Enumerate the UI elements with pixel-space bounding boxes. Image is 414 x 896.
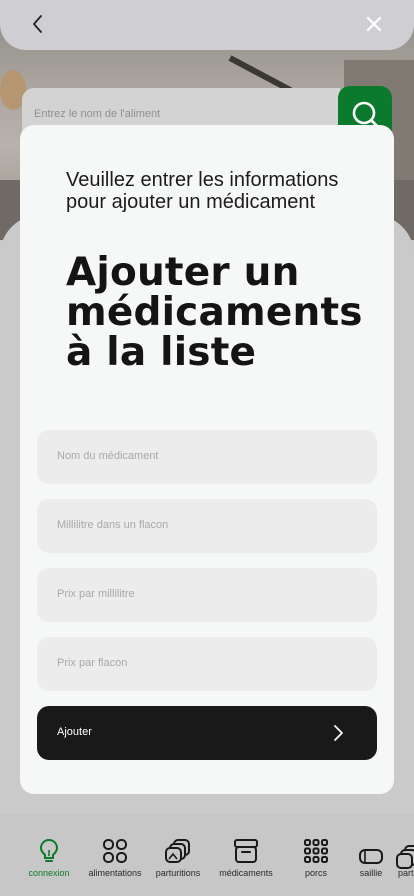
nav-item-porcs[interactable]: porcs — [285, 838, 347, 890]
field-placeholder: Nom du médicament — [57, 450, 159, 462]
field-placeholder: Millilitre dans un flacon — [57, 519, 169, 531]
capsule-icon — [359, 849, 383, 864]
nav-item-parturitions[interactable]: parturitions — [147, 838, 209, 890]
nav-label: alimentations — [88, 868, 142, 878]
header-bar — [0, 0, 414, 50]
archive-box-icon — [234, 839, 258, 863]
add-medication-modal: Veuillez entrer les informations pour aj… — [20, 125, 394, 794]
dots-grid-icon — [304, 839, 328, 863]
nav-label: part — [398, 868, 414, 878]
add-button[interactable]: Ajouter — [37, 706, 377, 760]
price-per-vial-field[interactable]: Prix par flacon — [37, 637, 377, 691]
back-button[interactable] — [26, 12, 50, 36]
close-icon — [366, 16, 382, 32]
nav-item-medicaments[interactable]: médicaments — [215, 838, 277, 890]
bottom-nav: connexion alimentations parturitions méd… — [0, 814, 414, 896]
modal-title: Ajouter un médicaments à la liste — [66, 250, 363, 375]
nav-item-alimentations[interactable]: alimentations — [84, 838, 146, 890]
close-button[interactable] — [364, 14, 384, 34]
price-per-ml-field[interactable]: Prix par millilitre — [37, 568, 377, 622]
field-placeholder: Prix par flacon — [57, 657, 128, 669]
layers-icon — [396, 845, 414, 869]
add-button-label: Ajouter — [57, 726, 92, 738]
chevron-left-icon — [33, 15, 42, 33]
medication-name-field[interactable]: Nom du médicament — [37, 430, 377, 484]
lightbulb-icon — [39, 838, 59, 862]
nav-item-connexion[interactable]: connexion — [18, 838, 80, 890]
nav-label: parturitions — [155, 868, 201, 878]
chevron-right-icon — [334, 725, 343, 741]
search-placeholder: Entrez le nom de l'aliment — [34, 108, 161, 120]
field-placeholder: Prix par millilitre — [57, 588, 135, 600]
modal-subtitle: Veuillez entrer les informations pour aj… — [66, 169, 339, 213]
layers-icon — [165, 839, 190, 863]
grid-four-icon — [103, 839, 127, 863]
nav-label: médicaments — [219, 868, 273, 878]
nav-label: porcs — [304, 868, 327, 878]
ml-per-vial-field[interactable]: Millilitre dans un flacon — [37, 499, 377, 553]
nav-label: connexion — [28, 868, 70, 878]
nav-item-part[interactable]: part — [390, 838, 414, 890]
